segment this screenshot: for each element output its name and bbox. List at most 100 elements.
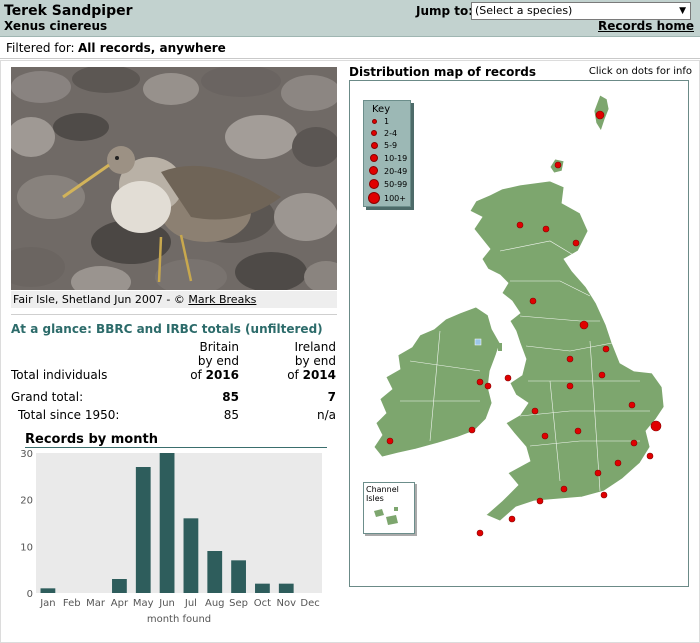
since-1950-label: Total since 1950: — [18, 408, 120, 422]
bar — [231, 560, 246, 593]
bar — [183, 518, 199, 593]
filter-label: Filtered for: — [6, 41, 75, 55]
plot-area — [36, 453, 322, 593]
species-select-value: (Select a species) — [475, 4, 573, 17]
y-tick-label: 30 — [20, 449, 33, 460]
x-tick-label: Sep — [229, 598, 248, 609]
map-title: Distribution map of records — [349, 65, 537, 79]
chart-title-rule — [25, 447, 327, 448]
y-tick-label: 10 — [20, 542, 33, 553]
bar — [112, 579, 127, 593]
record-dot[interactable] — [628, 401, 636, 409]
record-dot[interactable] — [572, 239, 580, 247]
bird-photo — [11, 67, 337, 290]
record-dot[interactable] — [574, 427, 582, 435]
key-label: 10-19 — [384, 154, 408, 163]
map-hint: Click on dots for info — [588, 66, 692, 77]
record-dot[interactable] — [594, 469, 602, 477]
bar — [207, 551, 223, 593]
record-dot[interactable] — [508, 515, 516, 523]
britain-since-1950: 85 — [223, 408, 239, 422]
key-dot — [368, 192, 380, 204]
species-select[interactable]: (Select a species) ▼ — [471, 2, 691, 20]
key-row: 20-49 — [364, 166, 412, 178]
y-tick-label: 0 — [27, 589, 33, 600]
record-dot[interactable] — [566, 355, 574, 363]
record-dot[interactable] — [579, 320, 589, 330]
record-dot[interactable] — [646, 452, 654, 460]
grand-total-label: Grand total: — [11, 390, 84, 404]
key-dot — [372, 119, 377, 124]
divider — [11, 314, 337, 315]
record-dot[interactable] — [536, 497, 544, 505]
britain-grand-total: 85 — [222, 390, 239, 404]
key-row: 2-4 — [364, 128, 412, 140]
ireland-header-text: of 2014 — [287, 368, 336, 382]
x-tick-label: Nov — [276, 598, 296, 609]
britain-header-line1: Britain — [199, 340, 240, 354]
record-dot[interactable] — [598, 371, 606, 379]
britain-column-header: Britain by end of 2016 — [176, 340, 239, 382]
ireland-grand-total: 7 — [327, 390, 336, 404]
record-dot[interactable] — [554, 161, 562, 169]
distribution-map: Key 1 2-4 5-9 10-19 20-49 50-99 100+ Cha… — [349, 80, 689, 587]
record-dot[interactable] — [595, 110, 605, 120]
photo-caption: Fair Isle, Shetland Jun 2007 - © Mark Br… — [11, 291, 337, 308]
record-dot[interactable] — [531, 407, 539, 415]
ireland-header-line2: by end — [294, 354, 336, 368]
key-label: 20-49 — [384, 167, 408, 176]
key-dot — [371, 142, 378, 149]
key-label: 50-99 — [384, 180, 408, 189]
x-tick-label: Jan — [39, 598, 55, 609]
filter-bar: Filtered for: All records, anywhere — [0, 37, 700, 59]
record-dot[interactable] — [504, 374, 512, 382]
record-dot[interactable] — [600, 491, 608, 499]
filter-value: All records, anywhere — [78, 41, 226, 55]
record-dot[interactable] — [476, 378, 484, 386]
record-dot[interactable] — [630, 439, 638, 447]
totals-heading: At a glance: BBRC and IRBC totals (unfil… — [11, 322, 323, 336]
photo-caption-text: Fair Isle, Shetland Jun 2007 - © — [13, 293, 185, 306]
x-tick-label: Mar — [86, 598, 106, 609]
x-axis-label: month found — [147, 614, 211, 625]
record-dot[interactable] — [614, 459, 622, 467]
photographer-link[interactable]: Mark Breaks — [188, 293, 256, 306]
chart-title: Records by month — [25, 432, 158, 447]
species-latin-name: Xenus cinereus — [4, 19, 108, 33]
bar — [255, 583, 270, 593]
year-value: 2016 — [205, 368, 239, 382]
key-row: 5-9 — [364, 140, 412, 152]
x-tick-label: Jul — [184, 598, 197, 609]
page-header: Terek Sandpiper Xenus cinereus Jump to: … — [0, 0, 700, 37]
key-row: 10-19 — [364, 153, 412, 165]
y-tick-label: 20 — [20, 496, 33, 507]
record-dot[interactable] — [529, 297, 537, 305]
record-dot[interactable] — [560, 485, 568, 493]
record-dot[interactable] — [650, 420, 662, 432]
record-dot[interactable] — [386, 437, 394, 445]
record-dot[interactable] — [516, 221, 524, 229]
key-row: 1 — [364, 116, 412, 128]
record-dot[interactable] — [476, 529, 484, 537]
ireland-header-line3: of 2014 — [273, 368, 336, 382]
britain-header-text: of 2016 — [190, 368, 239, 382]
records-home-link[interactable]: Records home — [598, 19, 694, 33]
key-row: 50-99 — [364, 179, 412, 191]
record-dot[interactable] — [542, 225, 550, 233]
record-dot[interactable] — [484, 382, 492, 390]
key-title: Key — [372, 104, 391, 115]
x-tick-label: May — [133, 598, 154, 609]
year-value: 2014 — [302, 368, 336, 382]
key-label: 1 — [384, 117, 390, 126]
x-tick-label: Dec — [300, 598, 319, 609]
record-dot[interactable] — [566, 382, 574, 390]
total-individuals-label: Total individuals — [11, 368, 108, 382]
ireland-column-header: Ireland by end of 2014 — [273, 340, 336, 382]
chevron-down-icon: ▼ — [679, 6, 686, 16]
species-title: Terek Sandpiper — [4, 3, 133, 19]
key-dot — [370, 154, 378, 162]
record-dot[interactable] — [602, 345, 610, 353]
channel-isles-shapes — [374, 507, 398, 525]
record-dot[interactable] — [541, 432, 549, 440]
record-dot[interactable] — [468, 426, 476, 434]
